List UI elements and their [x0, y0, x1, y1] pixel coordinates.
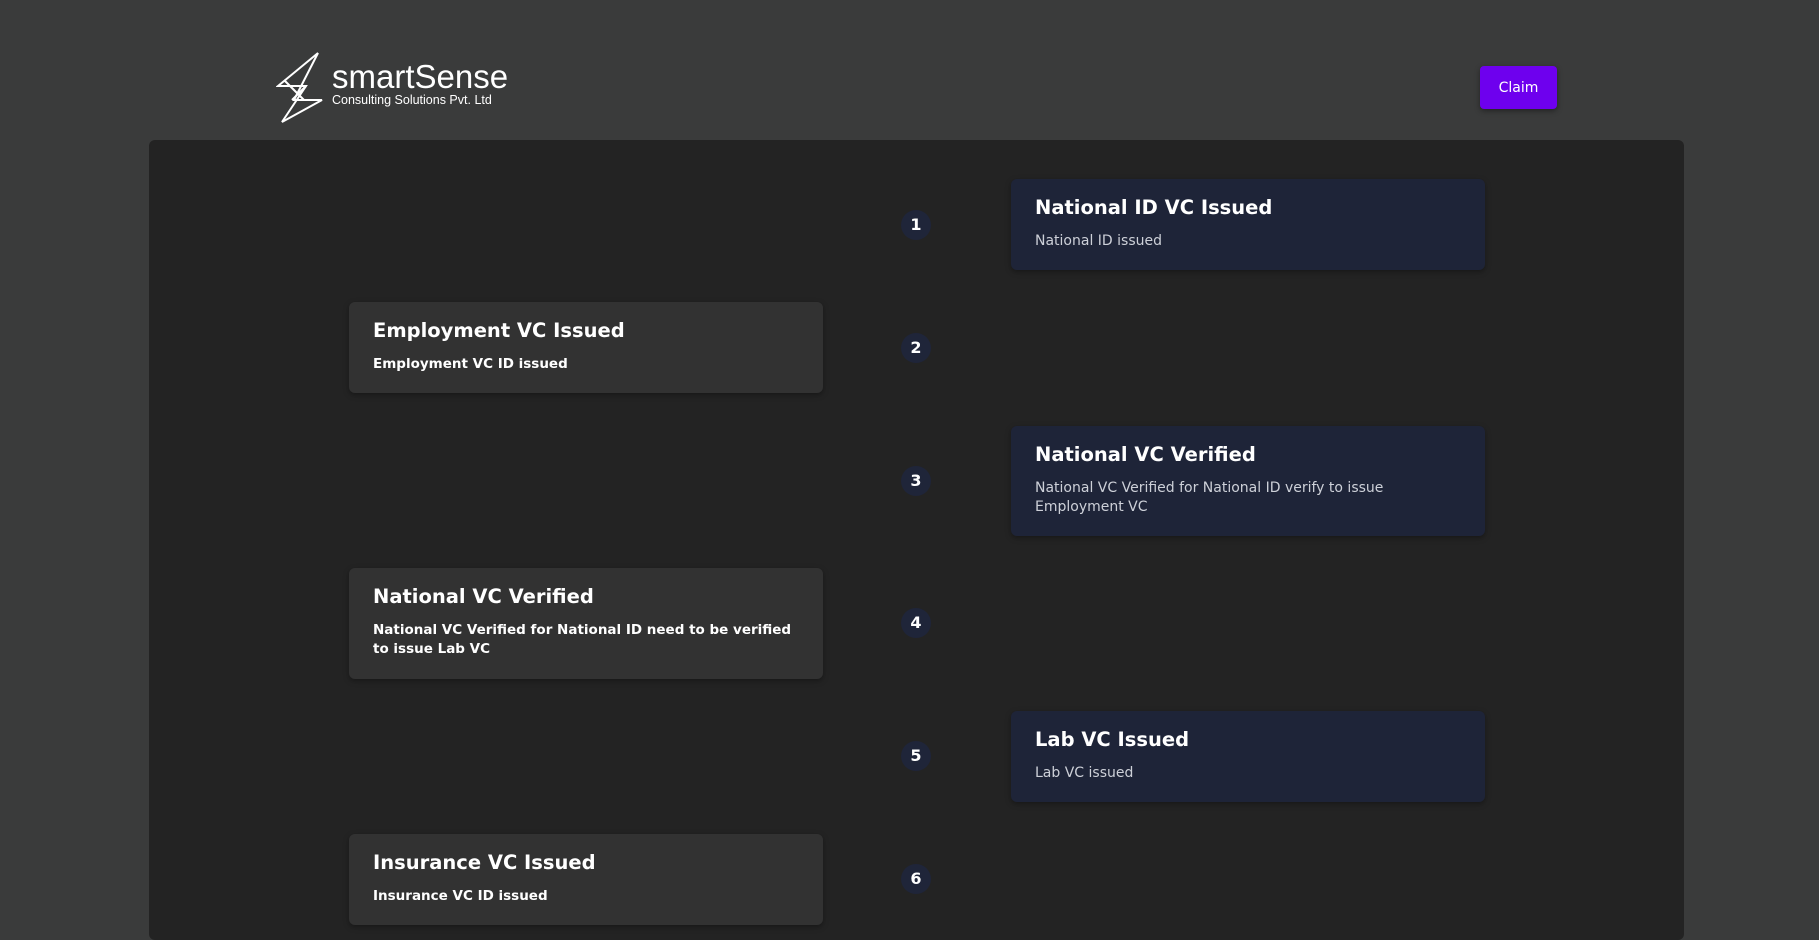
card-description: National VC Verified for National ID nee… — [373, 622, 792, 657]
card-description: National VC Verified for National ID ver… — [1035, 480, 1384, 515]
header: smartSense Consulting Solutions Pvt. Ltd… — [0, 0, 1819, 140]
step-number-2: 2 — [901, 333, 931, 363]
timeline-card: Insurance VC Issued Insurance VC ID issu… — [349, 834, 823, 925]
card-title: National VC Verified — [1035, 443, 1256, 466]
claim-button[interactable]: Claim — [1480, 66, 1557, 109]
card-title: Lab VC Issued — [1035, 728, 1190, 751]
timeline-card: Lab VC Issued Lab VC issued — [1011, 711, 1485, 802]
timeline-card: National ID VC Issued National ID issued — [1011, 179, 1485, 270]
step-number-3: 3 — [901, 466, 931, 496]
timeline-card: National VC Verified National VC Verifie… — [349, 568, 823, 679]
card-title: National ID VC Issued — [1035, 196, 1273, 219]
step-number-1: 1 — [901, 210, 931, 240]
card-title: Employment VC Issued — [373, 319, 625, 342]
step-number-5: 5 — [901, 741, 931, 771]
card-title: National VC Verified — [373, 585, 594, 608]
brand-name: smartSense — [332, 58, 509, 95]
company-logo[interactable]: smartSense Consulting Solutions Pvt. Ltd — [276, 52, 516, 124]
step-number-6: 6 — [901, 864, 931, 894]
card-description: Insurance VC ID issued — [373, 888, 548, 904]
timeline-card: Employment VC Issued Employment VC ID is… — [349, 302, 823, 393]
card-description: Employment VC ID issued — [373, 356, 568, 372]
lightning-logo-icon — [276, 52, 323, 123]
step-number-4: 4 — [901, 608, 931, 638]
timeline-card: National VC Verified National VC Verifie… — [1011, 426, 1485, 536]
card-description: National ID issued — [1035, 233, 1162, 249]
card-title: Insurance VC Issued — [373, 851, 596, 874]
brand-tagline: Consulting Solutions Pvt. Ltd — [332, 93, 492, 107]
card-description: Lab VC issued — [1035, 765, 1134, 781]
